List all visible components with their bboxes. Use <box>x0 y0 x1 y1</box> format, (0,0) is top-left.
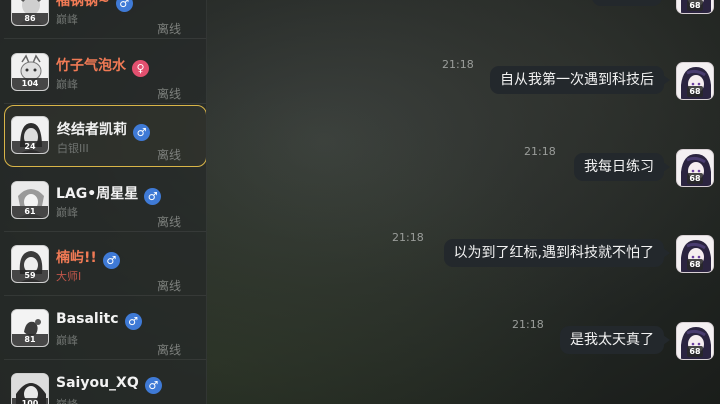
friend-item[interactable]: 86 福钢钢~ ♂ 巅峰 离线 <box>4 0 206 39</box>
male-icon: ♂ <box>102 252 120 269</box>
level-badge: 59 <box>12 270 48 282</box>
friend-name: Basalitc ♂ <box>56 311 142 330</box>
friend-name: Saiyou_XQ ♂ <box>56 375 162 394</box>
friend-rank: 巅峰 <box>56 334 78 347</box>
friend-item[interactable]: 100 Saiyou_XQ♂ 巅峰 <box>4 362 206 404</box>
male-icon: ♂ <box>133 124 150 141</box>
avatar: 86 <box>11 0 49 26</box>
message-bubble[interactable]: 是我太天真了 <box>560 326 670 354</box>
friend-status: 离线 <box>156 148 181 162</box>
friend-item[interactable]: 81 Basalitc ♂ 巅峰 离线 <box>4 298 206 360</box>
female-icon: ♀ <box>132 60 149 77</box>
message-bubble[interactable]: 以为到了红标,遇到科技就不怕了 <box>443 239 671 267</box>
friend-rank: 巅峰 <box>56 206 78 219</box>
message-time: 21:18 <box>392 231 424 244</box>
level-badge: 68 <box>687 346 703 357</box>
level-badge: 68 <box>687 173 703 184</box>
message-row: 21:18 是我太天真了 68 <box>504 318 714 362</box>
message-bubble[interactable]: 我每日练习 <box>574 153 670 181</box>
male-icon: ♂ <box>144 188 162 205</box>
avatar: 68 <box>676 322 714 360</box>
avatar: 68 <box>676 62 714 100</box>
friend-item[interactable]: 59 楠屿!! ♂ 大师I 离线 <box>4 234 206 296</box>
level-badge: 68 <box>687 259 703 270</box>
avatar: 68 <box>676 0 714 14</box>
level-badge: 68 <box>687 86 703 97</box>
message-row: 21:18 我每日练习 68 <box>514 145 714 189</box>
avatar: 68 <box>676 149 714 187</box>
level-badge: 61 <box>12 206 48 218</box>
message-time: 21:18 <box>524 145 556 158</box>
friend-name: 终结者凯莉 ♂ <box>57 119 150 141</box>
friend-name: 竹子气泡水 ♀ <box>56 55 149 77</box>
avatar: 100 <box>11 373 49 404</box>
level-badge: 104 <box>12 78 48 90</box>
level-badge: 86 <box>12 13 48 25</box>
friend-rank: 巅峰 <box>56 396 78 404</box>
avatar: 59 <box>11 245 49 283</box>
friend-rank: 大师I <box>56 270 82 283</box>
male-icon: ♂ <box>124 313 142 330</box>
level-badge: 100 <box>12 398 48 404</box>
message-time: 21:18 <box>512 318 544 331</box>
friend-rank: 巅峰 <box>56 13 78 26</box>
message-bubble[interactable]: 自从我第一次遇到科技后 <box>490 66 670 94</box>
partial-message-bubble <box>592 0 662 6</box>
level-badge: 81 <box>12 334 48 346</box>
level-badge: 24 <box>12 141 48 153</box>
friend-status: 离线 <box>156 87 181 101</box>
friend-item[interactable]: 61 LAG•周星星 ♂ 巅峰 离线 <box>4 170 206 232</box>
avatar: 61 <box>11 181 49 219</box>
friend-status: 离线 <box>156 215 181 229</box>
avatar: 104 <box>11 53 49 91</box>
friend-name: 楠屿!! ♂ <box>56 247 120 269</box>
friend-item[interactable]: 104 竹子气泡水 ♀ 巅峰 离线 <box>4 42 206 104</box>
friend-status: 离线 <box>156 22 181 36</box>
chat-area[interactable]: 68 21:18 自从我第一次遇到科技后 68 21:18 我每日练习 68 2… <box>207 0 720 404</box>
avatar: 68 <box>676 235 714 273</box>
friend-item-selected[interactable]: 24 终结者凯莉 ♂ 白银III 离线 <box>4 105 206 167</box>
message-row: 21:18 以为到了红标,遇到科技就不怕了 68 <box>384 231 714 275</box>
avatar: 24 <box>11 116 49 154</box>
message-row: 21:18 自从我第一次遇到科技后 68 <box>414 58 714 102</box>
message-time: 21:18 <box>442 58 474 71</box>
male-icon: ♂ <box>144 377 162 394</box>
friend-rank: 白银III <box>57 142 89 155</box>
level-badge: 68 <box>687 0 703 11</box>
friend-status: 离线 <box>156 343 181 357</box>
avatar: 81 <box>11 309 49 347</box>
male-icon: ♂ <box>115 0 133 12</box>
friend-name: LAG•周星星 ♂ <box>56 183 162 205</box>
friend-list[interactable]: 86 福钢钢~ ♂ 巅峰 离线 104 竹子气泡水 ♀ 巅峰 离线 24 终结者凯莉… <box>0 0 207 404</box>
friend-rank: 巅峰 <box>56 78 78 91</box>
friend-status: 离线 <box>156 279 181 293</box>
